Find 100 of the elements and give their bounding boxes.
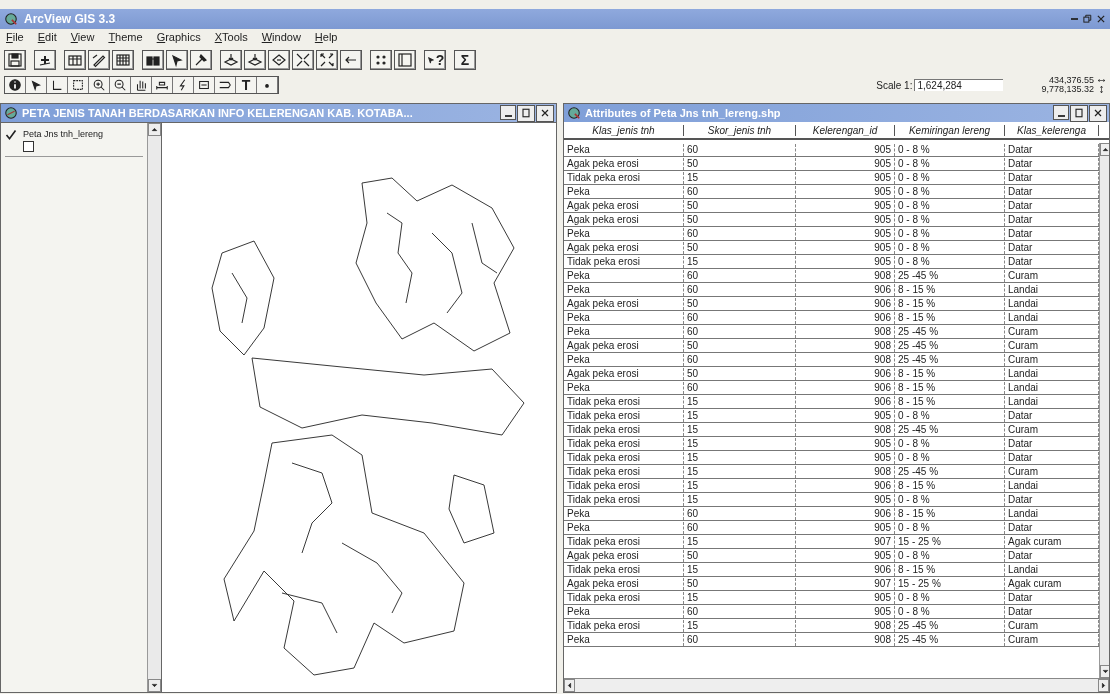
minimize-icon bbox=[504, 114, 512, 117]
menu-item[interactable]: XTools bbox=[214, 31, 248, 45]
info-icon bbox=[8, 78, 22, 92]
toolbar-button[interactable] bbox=[4, 50, 26, 70]
toolbar-button[interactable] bbox=[316, 50, 338, 70]
pointer-icon bbox=[29, 78, 43, 92]
menu-item[interactable]: View bbox=[70, 31, 95, 45]
x-coordinate: 434,376.55 bbox=[1048, 76, 1094, 85]
toolbar-button[interactable] bbox=[340, 50, 362, 70]
table-cell: 8 - 15 % bbox=[895, 507, 1005, 520]
table-cell: Peka bbox=[564, 227, 684, 240]
restore-icon bbox=[1082, 14, 1092, 24]
maximize-button[interactable] bbox=[517, 104, 535, 122]
table-cell: 15 bbox=[684, 423, 796, 436]
column-header[interactable]: Klas_kelerenga bbox=[1005, 124, 1099, 136]
toolbar-button[interactable] bbox=[34, 50, 56, 70]
tool-button[interactable] bbox=[173, 77, 194, 93]
globe-icon bbox=[4, 12, 18, 26]
menu-item[interactable]: Graphics bbox=[156, 31, 201, 45]
scroll-left-button[interactable] bbox=[564, 679, 575, 692]
tool-button[interactable] bbox=[215, 77, 236, 93]
table-cell: 15 bbox=[684, 395, 796, 408]
scroll-right-button[interactable] bbox=[1098, 679, 1109, 692]
toolbar-button[interactable] bbox=[220, 50, 242, 70]
statistics-button[interactable]: Σ bbox=[454, 50, 476, 70]
minimize-icon bbox=[1057, 114, 1065, 117]
text-tool-button[interactable]: T bbox=[236, 77, 257, 93]
minimize-button[interactable] bbox=[1053, 104, 1069, 120]
toolbar-button[interactable] bbox=[244, 50, 266, 70]
tool-button[interactable] bbox=[152, 77, 173, 93]
toolbar-button[interactable] bbox=[112, 50, 134, 70]
table-cell: 60 bbox=[684, 227, 796, 240]
table-cell: Peka bbox=[564, 633, 684, 646]
tool-button[interactable] bbox=[47, 77, 68, 93]
menu-item[interactable]: Help bbox=[314, 31, 338, 45]
tool-button[interactable] bbox=[257, 77, 278, 93]
left-arrow-icon bbox=[565, 681, 574, 690]
scroll-up-button[interactable] bbox=[148, 123, 161, 136]
table-cell: 0 - 8 % bbox=[895, 255, 1005, 268]
column-header[interactable]: Kelerengan_id bbox=[796, 124, 895, 136]
table-cell: 8 - 15 % bbox=[895, 479, 1005, 492]
toolbar-button[interactable] bbox=[88, 50, 110, 70]
tool-button[interactable] bbox=[194, 77, 215, 93]
menu-item[interactable]: Edit bbox=[37, 31, 57, 45]
toolbar-button[interactable] bbox=[190, 50, 212, 70]
maximize-button[interactable] bbox=[1070, 104, 1088, 122]
table-cell: 905 bbox=[796, 409, 895, 422]
maximize-icon bbox=[520, 107, 532, 119]
table-cell: Tidak peka erosi bbox=[564, 563, 684, 576]
layer-checkbox[interactable] bbox=[5, 129, 17, 141]
minimize-button[interactable] bbox=[500, 104, 516, 120]
tool-button[interactable] bbox=[68, 77, 89, 93]
table-cell: 60 bbox=[684, 325, 796, 338]
table-cell: Agak peka erosi bbox=[564, 577, 684, 590]
scroll-down-button[interactable] bbox=[1100, 665, 1109, 678]
scale-field[interactable]: 1,624,284 bbox=[914, 79, 1004, 91]
tool-button[interactable] bbox=[89, 77, 110, 93]
table-cell: 906 bbox=[796, 563, 895, 576]
right-arrow-icon bbox=[1099, 681, 1108, 690]
scroll-down-button[interactable] bbox=[148, 679, 161, 692]
table-cell: Agak peka erosi bbox=[564, 367, 684, 380]
table-cell: 8 - 15 % bbox=[895, 297, 1005, 310]
vertical-arrows-icon bbox=[1097, 85, 1106, 94]
toolbar-button[interactable] bbox=[394, 50, 416, 70]
close-button[interactable] bbox=[1089, 104, 1107, 122]
help-button[interactable]: ? bbox=[424, 50, 446, 70]
table-cell: 15 bbox=[684, 563, 796, 576]
select-icon bbox=[71, 78, 85, 92]
toolbar-button[interactable] bbox=[64, 50, 86, 70]
column-header[interactable]: Kemiringan lereng bbox=[895, 124, 1005, 136]
table-cell: 905 bbox=[796, 143, 895, 156]
toolbar-button[interactable] bbox=[268, 50, 290, 70]
tool-button[interactable] bbox=[5, 77, 26, 93]
table-cell: Tidak peka erosi bbox=[564, 437, 684, 450]
column-header[interactable]: Skor_jenis tnh bbox=[684, 124, 796, 136]
toolbar-button[interactable] bbox=[142, 50, 164, 70]
diamond-icon bbox=[271, 52, 287, 68]
table-cell: 905 bbox=[796, 199, 895, 212]
close-button[interactable] bbox=[536, 104, 554, 122]
frame-icon bbox=[397, 52, 413, 68]
table-cell: 0 - 8 % bbox=[895, 143, 1005, 156]
table-cell: 60 bbox=[684, 283, 796, 296]
toolbar-button[interactable] bbox=[292, 50, 314, 70]
table-cell: 8 - 15 % bbox=[895, 395, 1005, 408]
table-cell: 0 - 8 % bbox=[895, 227, 1005, 240]
toolbar-button[interactable] bbox=[370, 50, 392, 70]
menu-item[interactable]: Theme bbox=[108, 31, 143, 45]
app-title: ArcView GIS 3.3 bbox=[24, 12, 117, 26]
pointer-icon bbox=[169, 52, 185, 68]
column-header[interactable]: Klas_jenis tnh bbox=[564, 124, 684, 136]
tool-button[interactable] bbox=[131, 77, 152, 93]
tool-button[interactable] bbox=[110, 77, 131, 93]
scroll-up-button[interactable] bbox=[1100, 143, 1109, 156]
menu-item[interactable]: File bbox=[6, 31, 24, 45]
menu-item[interactable]: Window bbox=[261, 31, 301, 45]
table-cell: 905 bbox=[796, 241, 895, 254]
toolbar-button[interactable] bbox=[166, 50, 188, 70]
layer-name[interactable]: Peta Jns tnh_lereng bbox=[23, 129, 104, 139]
tool-button[interactable] bbox=[26, 77, 47, 93]
table-cell: Tidak peka erosi bbox=[564, 493, 684, 506]
